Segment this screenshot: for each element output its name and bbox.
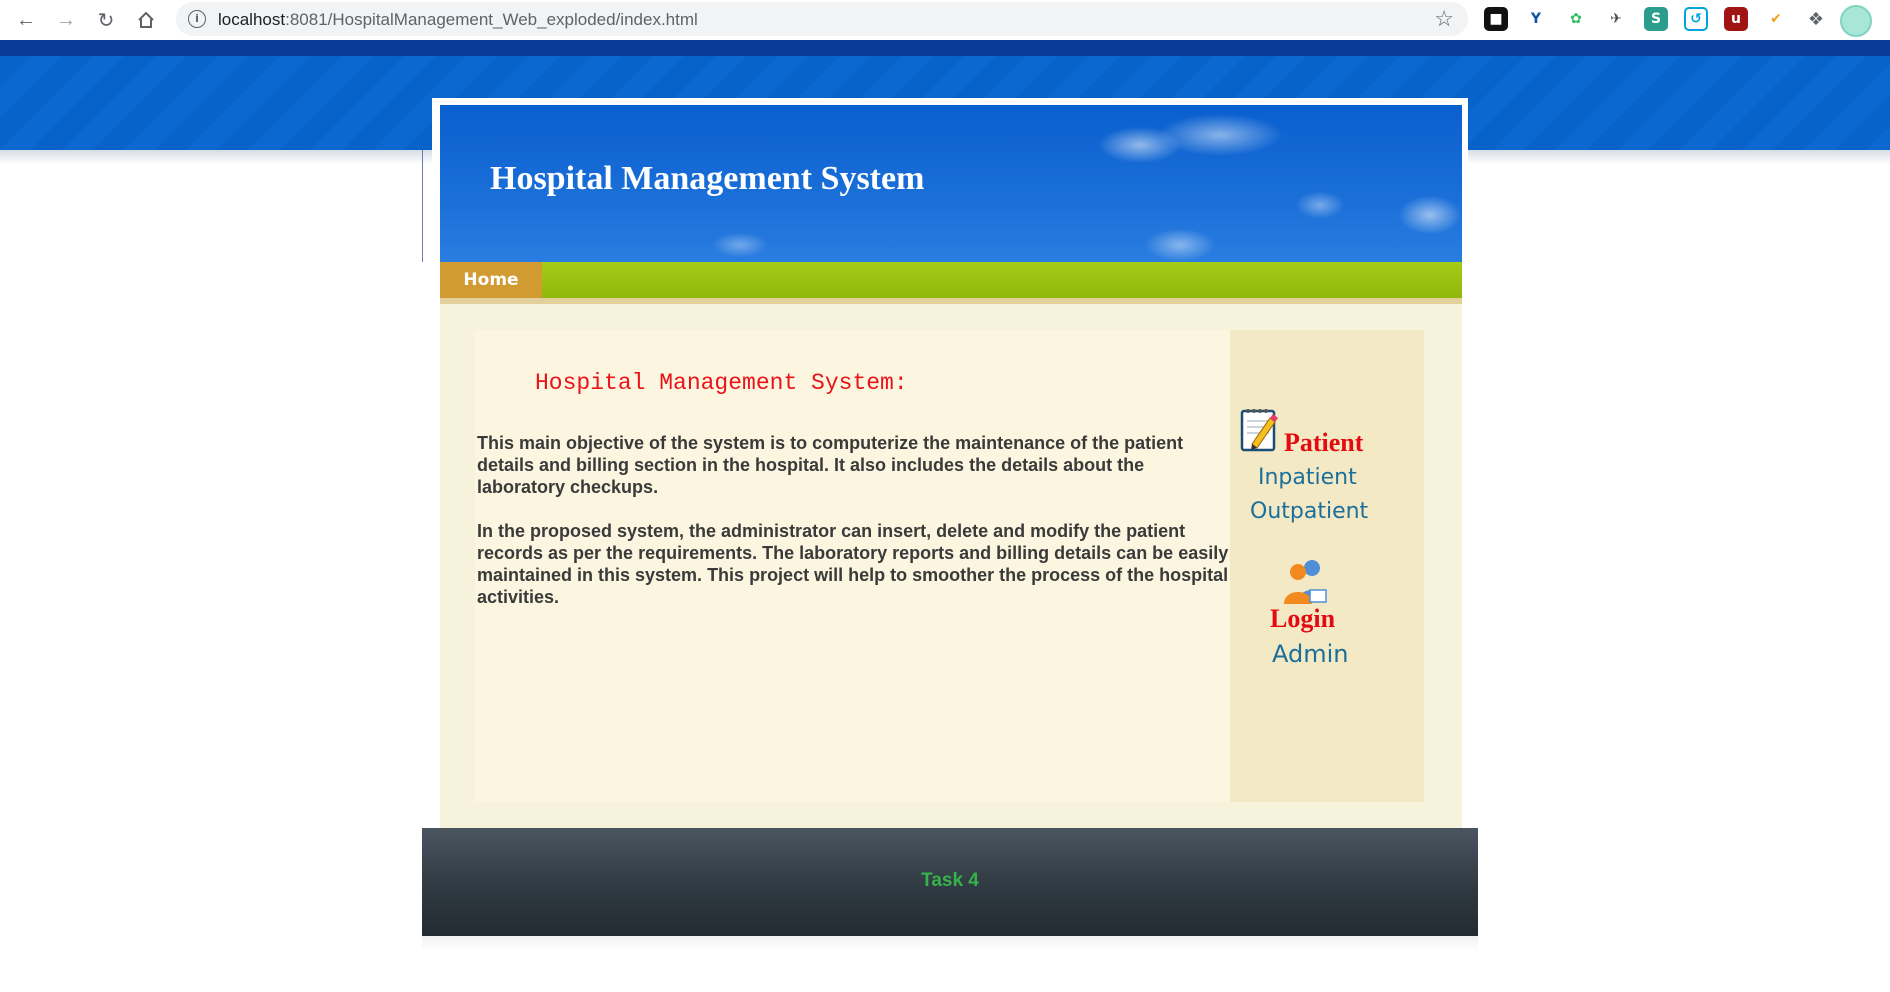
address-bar[interactable]: i localhost:8081/HospitalManagement_Web_…: [176, 2, 1468, 36]
home-button[interactable]: [132, 6, 160, 34]
menu-home-link[interactable]: Home: [440, 262, 542, 298]
profile-avatar[interactable]: [1840, 5, 1872, 37]
main-heading: Hospital Management System:: [535, 370, 908, 396]
extension-icon-6[interactable]: ↺: [1684, 7, 1708, 31]
top-band-dark: [0, 40, 1890, 56]
evernote-icon[interactable]: ✿: [1564, 7, 1588, 31]
extension-icon-8[interactable]: ✔: [1764, 7, 1788, 31]
info-icon[interactable]: i: [188, 10, 206, 28]
outpatient-link[interactable]: Outpatient: [1250, 499, 1368, 524]
intro-paragraph: This main objective of the system is to …: [477, 433, 1184, 497]
header-left-edge: [422, 150, 423, 262]
bookmark-star-icon[interactable]: ☆: [1434, 6, 1454, 32]
footer: Task 4: [422, 828, 1478, 936]
menu-bar: [440, 262, 1462, 298]
reload-button[interactable]: ↻: [92, 6, 120, 34]
ublock-icon[interactable]: u: [1724, 7, 1748, 31]
url-path: :8081/HospitalManagement_Web_exploded/in…: [285, 10, 698, 29]
forward-button[interactable]: →: [52, 6, 80, 34]
notepad-icon: [1240, 409, 1278, 452]
address-url[interactable]: localhost:8081/HospitalManagement_Web_ex…: [218, 10, 698, 30]
url-host: localhost: [218, 10, 286, 29]
inpatient-link[interactable]: Inpatient: [1258, 465, 1357, 490]
reload-icon: ↻: [97, 9, 115, 32]
footer-text: Task 4: [921, 870, 979, 891]
proposed-system-paragraph: In the proposed system, the administrato…: [477, 521, 1229, 607]
puzzle-icon[interactable]: ❖: [1804, 7, 1828, 31]
site-title: Hospital Management System: [490, 160, 925, 197]
back-button[interactable]: ←: [12, 6, 40, 34]
home-icon: [138, 11, 154, 28]
footer-shadow: [422, 936, 1478, 950]
arrow-right-icon: →: [56, 8, 76, 31]
users-icon: [1284, 560, 1327, 604]
login-label: Login: [1270, 604, 1336, 633]
extension-icon-1[interactable]: ■: [1484, 7, 1508, 31]
extension-icon-2[interactable]: Y: [1524, 7, 1548, 31]
extension-icon-5[interactable]: S: [1644, 7, 1668, 31]
patient-label: Patient: [1284, 428, 1364, 457]
extension-icon-4[interactable]: ✈: [1604, 7, 1628, 31]
arrow-left-icon: ←: [16, 8, 36, 31]
admin-link[interactable]: Admin: [1272, 640, 1349, 668]
browser-toolbar: ← → ↻ i localhost:8081/HospitalManagemen…: [0, 0, 1890, 41]
